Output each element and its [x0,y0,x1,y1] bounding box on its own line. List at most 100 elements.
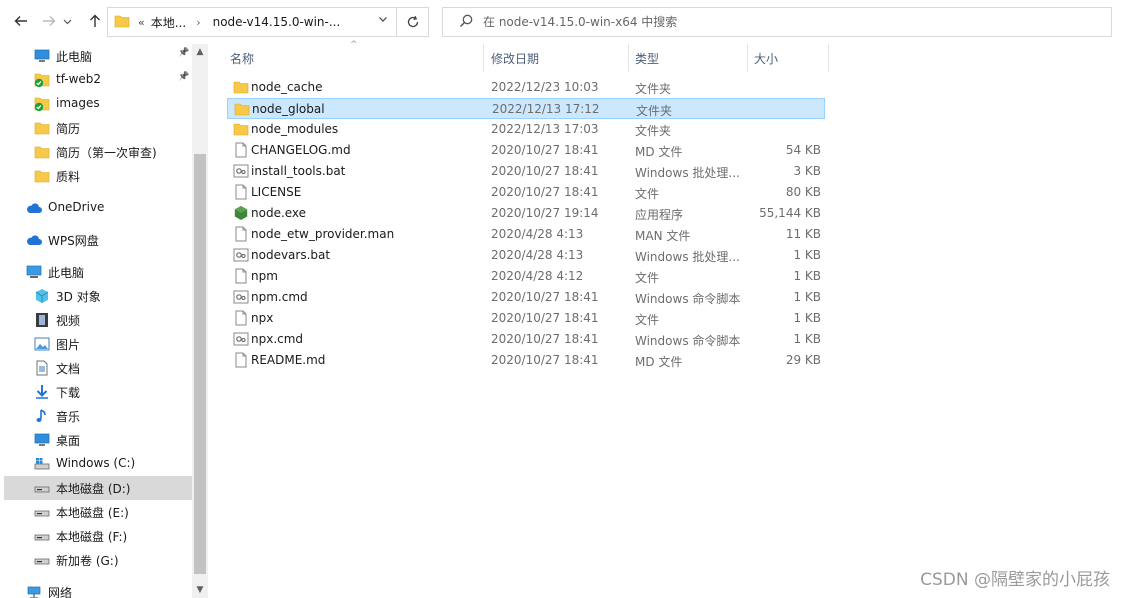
file-name: npm.cmd [251,290,308,304]
scroll-down-icon[interactable]: ▼ [192,582,208,598]
pin-icon[interactable]: 📌 [178,72,189,82]
nav-item[interactable]: 图片 [4,332,192,356]
watermark: CSDN @隔壁家的小屁孩 [920,570,1110,590]
nav-item[interactable]: 3D 对象 [4,284,192,308]
folder-icon [34,120,50,136]
nav-item[interactable]: Windows (C:) [4,452,192,476]
column-header-type[interactable]: 类型 [635,44,745,72]
file-size: 3 KB [793,164,821,178]
download-icon [34,384,50,400]
file-type: MD 文件 [635,355,683,369]
file-row[interactable]: node_etw_provider.man 2020/4/28 4:13 MAN 文… [227,224,825,245]
nav-item[interactable]: 此电脑 [4,260,192,284]
nav-item[interactable]: 质料 [4,164,192,188]
refresh-button[interactable] [397,7,429,37]
breadcrumb-node-folder[interactable]: node-v14.15.0-win-... [213,15,341,29]
file-icon [233,310,249,326]
back-button[interactable] [10,8,32,34]
nav-item[interactable]: 本地磁盘 (D:) [4,476,192,500]
pin-icon[interactable]: 📌 [178,48,189,58]
file-date: 2020/10/27 18:41 [491,143,599,157]
file-size: 1 KB [793,290,821,304]
script-icon [233,289,249,305]
nav-item[interactable]: images [4,92,192,116]
column-header-name[interactable]: 名称 [230,44,480,72]
file-row[interactable]: node.exe 2020/10/27 19:14 应用程序 55,144 KB [227,203,825,224]
column-header-date[interactable]: 修改日期 [491,44,631,72]
nav-item[interactable]: 桌面 [4,428,192,452]
recent-locations-button[interactable] [60,8,74,34]
script-icon [233,247,249,263]
forward-button[interactable] [38,8,60,34]
nav-scrollbar-thumb[interactable] [194,154,206,574]
nav-item[interactable]: 此电脑 📌 [4,44,192,68]
file-row[interactable]: README.md 2020/10/27 18:41 MD 文件 29 KB [227,350,825,371]
nav-item[interactable]: 下载 [4,380,192,404]
nav-item[interactable]: 本地磁盘 (E:) [4,500,192,524]
nav-item-label: 此电脑 [48,266,85,280]
file-type: Windows 批处理... [635,166,740,180]
file-row[interactable]: node_modules 2022/12/13 17:03 文件夹 [227,119,825,140]
column-divider[interactable] [747,44,748,72]
nav-item-label: 视频 [56,314,81,328]
file-row[interactable]: CHANGELOG.md 2020/10/27 18:41 MD 文件 54 KB [227,140,825,161]
file-row[interactable]: node_cache 2022/12/23 10:03 文件夹 [227,77,825,98]
file-type: Windows 命令脚本 [635,292,741,306]
nav-item[interactable]: 音乐 [4,404,192,428]
nav-item[interactable]: 视频 [4,308,192,332]
file-row[interactable]: LICENSE 2020/10/27 18:41 文件 80 KB [227,182,825,203]
folder-icon [34,72,50,88]
breadcrumb-local-disk[interactable]: 本地... [151,14,186,31]
file-row[interactable]: node_global 2022/12/13 17:12 文件夹 [227,98,825,119]
file-size: 80 KB [785,185,821,199]
folder-icon [114,13,130,32]
address-bar[interactable]: « 本地... › node-v14.15.0-win-... [107,7,397,37]
address-overflow[interactable]: « [138,16,145,29]
nav-item[interactable]: WPS网盘 [4,228,192,252]
nav-item[interactable]: 文档 [4,356,192,380]
nav-item-label: 图片 [56,338,81,352]
nav-item[interactable]: OneDrive [4,196,192,220]
nav-item[interactable]: tf-web2 📌 [4,68,192,92]
address-dropdown-button[interactable] [378,14,388,27]
file-row[interactable]: install_tools.bat 2020/10/27 18:41 Windows… [227,161,825,182]
scroll-up-icon[interactable]: ▲ [192,44,208,60]
column-divider[interactable] [483,44,484,72]
file-date: 2020/4/28 4:13 [491,248,584,262]
navigation-pane: 此电脑 📌 tf-web2 📌 images 简历 简历（第一次审查) 质料 OneDrive W… [0,44,208,598]
file-size: 54 KB [785,143,821,157]
nav-item[interactable]: 简历（第一次审查) [4,140,192,164]
nav-item-label: 新加卷 (G:) [56,554,119,568]
column-divider[interactable] [628,44,629,72]
file-name: node_cache [251,80,323,94]
nav-item[interactable]: 网络 [4,580,192,598]
file-icon [233,352,249,368]
up-button[interactable] [84,8,106,34]
file-type: MAN 文件 [635,229,691,243]
file-row[interactable]: npx 2020/10/27 18:41 文件 1 KB [227,308,825,329]
nav-item[interactable]: 本地磁盘 (F:) [4,524,192,548]
nav-item[interactable]: 新加卷 (G:) [4,548,192,572]
column-header-size[interactable]: 大小 [754,44,824,72]
file-list: ^ 名称 修改日期 类型 大小 node_cache 2022/12/23 10:… [216,40,1124,598]
breadcrumb-separator-icon[interactable]: › [196,16,200,29]
search-input[interactable] [483,15,1083,29]
file-row[interactable]: npx.cmd 2020/10/27 18:41 Windows 命令脚本 1 KB [227,329,825,350]
file-name: npx.cmd [251,332,304,346]
file-type: 文件 [635,313,660,327]
nav-scrollbar[interactable]: ▲ ▼ [192,44,208,598]
file-date: 2020/10/27 18:41 [491,185,599,199]
search-box[interactable] [442,7,1112,37]
script-icon [233,331,249,347]
file-name: nodevars.bat [251,248,331,262]
script-icon [233,163,249,179]
nav-item-label: OneDrive [48,200,105,214]
file-row[interactable]: nodevars.bat 2020/4/28 4:13 Windows 批处理...… [227,245,825,266]
file-name: CHANGELOG.md [251,143,351,157]
file-type: MD 文件 [635,145,683,159]
computer-icon [26,264,42,280]
column-divider[interactable] [828,44,829,72]
file-row[interactable]: npm 2020/4/28 4:12 文件 1 KB [227,266,825,287]
file-row[interactable]: npm.cmd 2020/10/27 18:41 Windows 命令脚本 1 KB [227,287,825,308]
nav-item[interactable]: 简历 [4,116,192,140]
